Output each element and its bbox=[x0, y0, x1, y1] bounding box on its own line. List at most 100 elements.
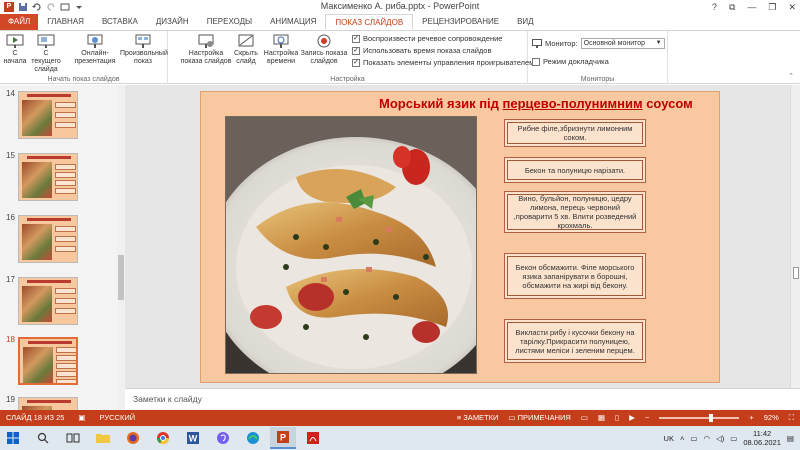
clock[interactable]: 11:42 08.06.2021 bbox=[743, 429, 781, 447]
zoom-in-button[interactable]: + bbox=[749, 410, 753, 426]
tab-review[interactable]: РЕЦЕНЗИРОВАНИЕ bbox=[413, 14, 508, 30]
slide-thumbnail[interactable]: 17 bbox=[4, 275, 116, 327]
custom-slideshow-icon bbox=[135, 34, 151, 48]
thumbnail-preview bbox=[18, 397, 78, 410]
slide-title[interactable]: Морський язик під перцево-полунимним соу… bbox=[379, 96, 693, 111]
recipe-step-2[interactable]: Бекон та полуницю нарізати. bbox=[505, 158, 645, 182]
system-tray: UK ˄ ▭ ◠ ◁) ▭ 11:42 08.06.2021 ▤ bbox=[664, 426, 794, 450]
ribbon-display-button[interactable]: ⧉ bbox=[729, 0, 735, 14]
windows-start-icon[interactable] bbox=[0, 427, 26, 449]
current-slide[interactable]: Морський язик під перцево-полунимним соу… bbox=[200, 91, 720, 383]
monitor-select[interactable]: Основной монитор ▼ bbox=[580, 38, 665, 49]
file-explorer-icon[interactable] bbox=[90, 427, 116, 449]
hide-slide-button[interactable]: Скрыть слайд bbox=[232, 33, 260, 66]
minimize-button[interactable]: — bbox=[747, 0, 756, 14]
slide-sorter-icon[interactable]: ▦ bbox=[598, 410, 605, 426]
show-hidden-icons-icon[interactable]: ˄ bbox=[680, 434, 684, 443]
presenter-view-checkbox[interactable]: Режим докладчика bbox=[532, 57, 609, 66]
language-indicator[interactable]: РУССКИЙ bbox=[100, 410, 136, 426]
slide-thumbnail-selected[interactable]: 18 bbox=[4, 335, 116, 387]
slide-counter: СЛАЙД 18 ИЗ 25 bbox=[6, 413, 65, 422]
maximize-button[interactable]: ❐ bbox=[768, 0, 776, 14]
monitor-selector-row: Монитор: Основной монитор ▼ bbox=[532, 38, 665, 49]
slide-thumbnails-pane: 14 15 16 17 18 19 bbox=[0, 85, 118, 410]
slide-thumbnail[interactable]: 15 bbox=[4, 151, 116, 203]
wifi-icon[interactable]: ◠ bbox=[703, 434, 710, 443]
checkmark-icon: ✓ bbox=[352, 46, 360, 55]
fish-dish-photo[interactable] bbox=[225, 116, 477, 374]
ribbon: С начала С текущего слайда Онлайн-презен… bbox=[0, 30, 800, 84]
slideshow-start-icon bbox=[6, 34, 24, 48]
monitors-group: Монитор: Основной монитор ▼ Режим доклад… bbox=[528, 31, 668, 84]
notifications-icon[interactable]: ▤ bbox=[787, 434, 794, 443]
from-current-slide-button[interactable]: С текущего слайда bbox=[28, 33, 64, 74]
windows-taskbar: W P UK ˄ ▭ ◠ ◁) ▭ 11:42 08.06.2021 ▤ bbox=[0, 426, 800, 450]
collapse-ribbon-icon[interactable]: ⌃ bbox=[788, 72, 794, 80]
scrollbar-thumb[interactable] bbox=[118, 255, 124, 300]
battery-icon[interactable]: ▭ bbox=[730, 434, 737, 443]
zoom-level[interactable]: 92% bbox=[764, 410, 779, 426]
thumbnails-scrollbar[interactable] bbox=[117, 85, 125, 410]
tab-slide-show[interactable]: ПОКАЗ СЛАЙДОВ bbox=[325, 14, 414, 30]
record-slideshow-icon bbox=[317, 34, 331, 48]
show-media-controls-checkbox[interactable]: ✓ Показать элементы управления проигрыва… bbox=[352, 58, 534, 67]
chrome-icon[interactable] bbox=[150, 427, 176, 449]
help-button[interactable]: ? bbox=[712, 0, 717, 14]
close-button[interactable]: ✕ bbox=[788, 0, 796, 14]
tab-animations[interactable]: АНИМАЦИЯ bbox=[261, 14, 325, 30]
clock-date: 08.06.2021 bbox=[743, 438, 781, 447]
from-beginning-button[interactable]: С начала bbox=[2, 33, 28, 66]
tab-file[interactable]: ФАЙЛ bbox=[0, 14, 39, 30]
reading-view-icon[interactable]: ▯ bbox=[615, 410, 619, 426]
recipe-step-1[interactable]: Рибне філе,збризнути лимонним соком. bbox=[505, 120, 645, 146]
zoom-out-button[interactable]: − bbox=[645, 410, 649, 426]
slide-thumbnail[interactable]: 19 bbox=[4, 395, 116, 410]
volume-icon[interactable]: ◁) bbox=[716, 434, 724, 443]
slideshow-view-icon[interactable]: ▶ bbox=[629, 410, 635, 426]
custom-slideshow-button[interactable]: Произвольный показ bbox=[120, 33, 168, 66]
zoom-slider[interactable] bbox=[659, 414, 740, 422]
online-presentation-button[interactable]: Онлайн-презентация bbox=[70, 33, 120, 66]
tab-view[interactable]: ВИД bbox=[508, 14, 543, 30]
slideshow-current-icon bbox=[37, 34, 55, 48]
acrobat-icon[interactable] bbox=[300, 427, 326, 449]
window-controls: ? ⧉ — ❐ ✕ bbox=[712, 0, 796, 14]
tab-transitions[interactable]: ПЕРЕХОДЫ bbox=[198, 14, 261, 30]
checkmark-icon: ✓ bbox=[352, 34, 360, 43]
slide-scrollbar[interactable] bbox=[790, 85, 800, 388]
slide-thumbnail[interactable]: 16 bbox=[4, 213, 116, 265]
monitor-icon bbox=[532, 39, 542, 48]
search-icon[interactable] bbox=[30, 427, 56, 449]
scrollbar-thumb[interactable] bbox=[793, 267, 799, 279]
rehearse-timings-button[interactable]: Настройка времени bbox=[262, 33, 300, 66]
chevron-down-icon: ▼ bbox=[655, 40, 662, 46]
recipe-step-4[interactable]: Бекон обсмажити. Філе морського язика за… bbox=[505, 254, 645, 298]
slide-thumbnail[interactable]: 14 bbox=[4, 89, 116, 141]
tab-home[interactable]: ГЛАВНАЯ bbox=[38, 14, 93, 30]
normal-view-icon[interactable]: ▭ bbox=[581, 410, 588, 426]
keyboard-language[interactable]: UK bbox=[664, 434, 674, 443]
viber-icon[interactable] bbox=[210, 427, 236, 449]
record-slideshow-button[interactable]: Запись показа слайдов bbox=[300, 33, 348, 66]
thumbnail-preview bbox=[18, 91, 78, 139]
powerpoint-icon[interactable]: P bbox=[270, 427, 296, 449]
recipe-step-3[interactable]: Вино, бульйон, полуницю, цедру лимона, п… bbox=[505, 192, 645, 232]
task-view-icon[interactable] bbox=[60, 427, 86, 449]
tab-design[interactable]: ДИЗАЙН bbox=[147, 14, 198, 30]
word-icon[interactable]: W bbox=[180, 427, 206, 449]
fit-slide-icon[interactable]: ⛶ bbox=[789, 410, 794, 426]
zoom-slider-knob[interactable] bbox=[708, 414, 713, 422]
spellcheck-icon[interactable]: ▣ bbox=[78, 410, 85, 426]
firefox-icon[interactable] bbox=[120, 427, 146, 449]
setup-slideshow-button[interactable]: Настройка показа слайдов bbox=[178, 33, 234, 66]
use-timings-checkbox[interactable]: ✓ Использовать время показа слайдов bbox=[352, 46, 491, 55]
status-bar: СЛАЙД 18 ИЗ 25 ▣ РУССКИЙ ≡ ЗАМЕТКИ ▭ ПРИ… bbox=[0, 410, 800, 426]
network-icon[interactable]: ▭ bbox=[690, 434, 697, 443]
play-narrations-checkbox[interactable]: ✓ Воспроизвести речевое сопровождение bbox=[352, 34, 502, 43]
comments-button[interactable]: ▭ ПРИМЕЧАНИЯ bbox=[508, 410, 570, 426]
notes-pane[interactable]: Заметки к слайду bbox=[125, 388, 800, 410]
tab-insert[interactable]: ВСТАВКА bbox=[93, 14, 147, 30]
recipe-step-5[interactable]: Викласти рибу і кусочки бекону на тарілк… bbox=[505, 320, 645, 362]
notes-button[interactable]: ≡ ЗАМЕТКИ bbox=[457, 410, 499, 426]
edge-icon[interactable] bbox=[240, 427, 266, 449]
